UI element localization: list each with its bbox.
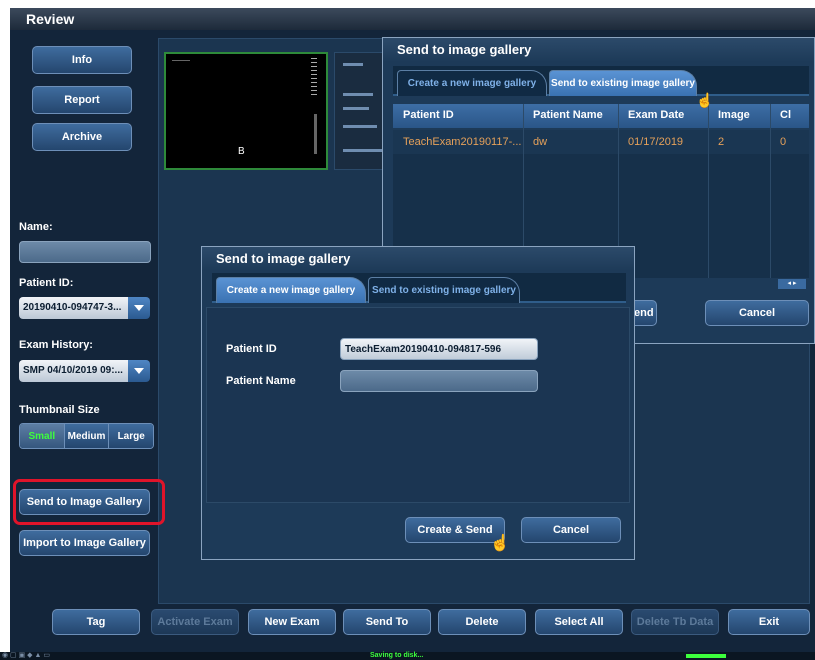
exam-history-label: Exam History:	[19, 339, 93, 351]
tab-create-new-gallery[interactable]: Create a new image gallery	[216, 277, 366, 303]
col-patient-id[interactable]: Patient ID	[393, 104, 523, 128]
exam-history-value: SMP 04/10/2019 09:...	[19, 360, 128, 382]
thumbnail-depth-bar	[314, 114, 317, 154]
thumbnail-line	[343, 125, 377, 128]
cancel-button[interactable]: Cancel	[521, 517, 621, 543]
dialog-title: Send to image gallery	[202, 247, 634, 271]
size-small-option[interactable]: Small	[20, 424, 64, 448]
cell-image: 2	[718, 136, 725, 148]
tab-send-to-existing-gallery[interactable]: Send to existing image gallery	[549, 70, 697, 96]
cell-exam-date: 01/17/2019	[628, 136, 684, 148]
select-all-button[interactable]: Select All	[535, 609, 623, 635]
dropdown-arrow-icon[interactable]	[128, 360, 150, 382]
name-field[interactable]	[19, 241, 151, 263]
save-progress-bar	[686, 654, 726, 658]
send-to-gallery-dialog: Send to image gallery Create a new image…	[201, 246, 635, 560]
scroll-arrows-icon[interactable]: ◂ ▸	[778, 279, 806, 289]
dialog-tabbar: Create a new image gallery Send to exist…	[212, 273, 626, 303]
hand-pointer-icon: ☝	[490, 535, 510, 552]
import-to-image-gallery-button[interactable]: Import to Image Gallery	[19, 530, 150, 556]
thumbnail-line	[343, 63, 363, 66]
delete-tb-data-button[interactable]: Delete Tb Data	[631, 609, 719, 635]
thumbnail-line	[343, 107, 369, 110]
review-window: Review Info Report Archive Name: Patient…	[10, 8, 815, 652]
gallery-table-header: Patient ID Patient Name Exam Date Image …	[393, 104, 809, 128]
hand-pointer-icon: ☝	[696, 92, 714, 108]
tab-send-to-existing-gallery[interactable]: Send to existing image gallery	[368, 277, 520, 303]
activate-exam-button[interactable]: Activate Exam	[151, 609, 239, 635]
tag-button[interactable]: Tag	[52, 609, 140, 635]
dialog-form-area	[206, 307, 630, 503]
patient-id-value: 20190410-094747-3...	[19, 297, 128, 319]
patient-id-combo[interactable]: 20190410-094747-3...	[19, 297, 150, 319]
exit-button[interactable]: Exit	[728, 609, 810, 635]
exam-history-combo[interactable]: SMP 04/10/2019 09:...	[19, 360, 150, 382]
col-patient-name[interactable]: Patient Name	[523, 104, 618, 128]
status-bar: ◉ ▢ ▣ ◆ ▲ ▭ Saving to disk...	[0, 652, 815, 660]
name-label: Name:	[19, 221, 53, 233]
status-message: Saving to disk...	[370, 652, 424, 659]
col-exam-date[interactable]: Exam Date	[618, 104, 708, 128]
thumbnail-scale	[311, 58, 317, 98]
status-tray-icons: ◉ ▢ ▣ ◆ ▲ ▭	[2, 652, 50, 659]
dropdown-arrow-icon[interactable]	[128, 297, 150, 319]
dialog-back-tabbar: Create a new image gallery Send to exist…	[393, 66, 809, 96]
cell-patient-name: dw	[533, 136, 548, 148]
thumbnail-mode-label: B	[238, 146, 245, 157]
thumbnail-size-selector: Small Medium Large	[19, 423, 154, 449]
size-medium-option[interactable]: Medium	[63, 424, 109, 448]
cell-cl: 0	[780, 136, 787, 148]
thumbnail-marker	[172, 60, 190, 61]
send-to-image-gallery-button[interactable]: Send to Image Gallery	[19, 489, 150, 515]
thumbnail-size-label: Thumbnail Size	[19, 404, 100, 416]
back-cancel-button[interactable]: Cancel	[705, 300, 809, 326]
column-divider	[770, 104, 771, 278]
info-button[interactable]: Info	[32, 46, 132, 74]
window-title: Review	[10, 8, 815, 30]
patient-name-label: Patient Name	[226, 375, 296, 387]
col-cl[interactable]: Cl	[770, 104, 809, 128]
table-row[interactable]: TeachExam20190117-... dw 01/17/2019 2 0	[393, 130, 809, 154]
column-divider	[708, 104, 709, 278]
col-image[interactable]: Image	[708, 104, 770, 128]
report-button[interactable]: Report	[32, 86, 132, 114]
patient-id-label: Patient ID	[226, 343, 277, 355]
thumbnail-line	[343, 149, 383, 152]
send-to-button[interactable]: Send To	[343, 609, 431, 635]
image-thumbnail[interactable]: B	[164, 52, 328, 170]
dialog-back-title: Send to image gallery	[383, 38, 814, 62]
patient-id-input[interactable]: TeachExam20190410-094817-596	[340, 338, 538, 360]
new-exam-button[interactable]: New Exam	[248, 609, 336, 635]
tab-create-new-gallery[interactable]: Create a new image gallery	[397, 70, 547, 96]
archive-button[interactable]: Archive	[32, 123, 132, 151]
patient-id-label: Patient ID:	[19, 277, 74, 289]
cell-patient-id: TeachExam20190117-...	[403, 136, 522, 148]
size-large-option[interactable]: Large	[108, 424, 153, 448]
patient-name-input[interactable]	[340, 370, 538, 392]
thumbnail-line	[343, 93, 373, 96]
delete-button[interactable]: Delete	[438, 609, 526, 635]
